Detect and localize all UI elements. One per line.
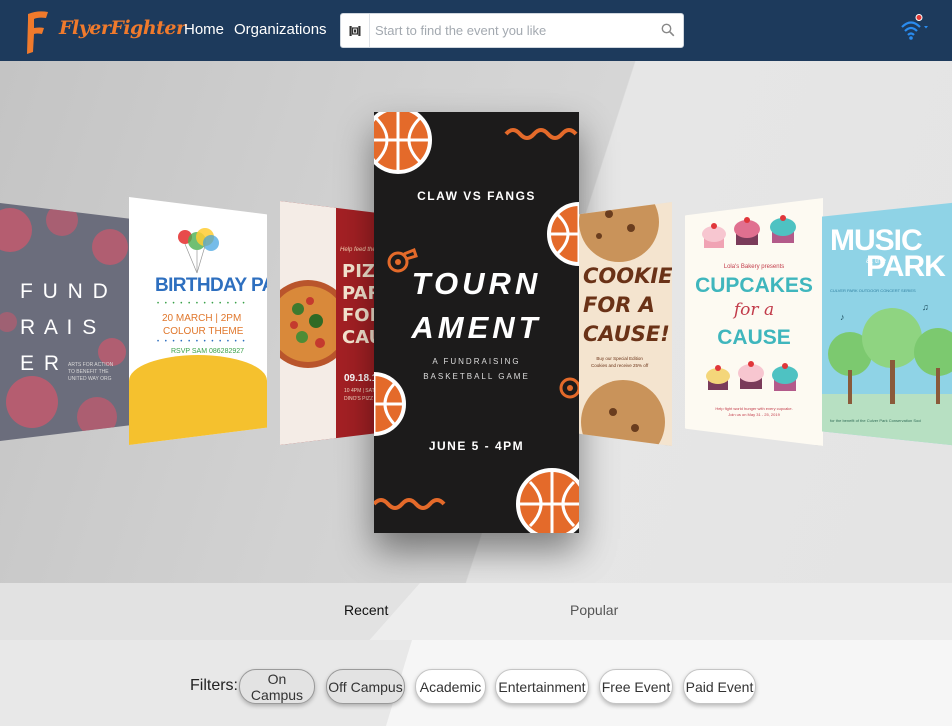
filter-off-campus[interactable]: Off Campus xyxy=(326,669,405,704)
poster-carousel: F U N D R A I S E R ARTS FOR ACTION TO B… xyxy=(0,61,952,583)
wifi-icon[interactable] xyxy=(898,14,932,44)
svg-text:♫: ♫ xyxy=(922,302,929,312)
filter-on-campus[interactable]: On Campus xyxy=(239,669,315,704)
poster-fundraiser[interactable]: F U N D R A I S E R ARTS FOR ACTION TO B… xyxy=(0,202,130,442)
poster-birthday-dots-2: • • • • • • • • • • • • xyxy=(157,339,247,345)
poster-music-subtitle: CULVER PARK OUTDOOR CONCERT SERIES xyxy=(830,288,916,293)
filter-academic[interactable]: Academic xyxy=(415,669,486,704)
poster-cupcakes-title: CUPCAKES xyxy=(695,274,813,297)
poster-birthday-rsvp: RSVP SAM 086282927 xyxy=(171,348,245,355)
basketball-icon xyxy=(547,202,579,266)
poster-birthday-party[interactable]: BIRTHDAY PARTY • • • • • • • • • • • • 2… xyxy=(129,197,267,445)
tab-recent[interactable]: Recent xyxy=(344,602,388,618)
poster-tournament-date: JUNE 5 - 4PM xyxy=(428,439,525,453)
filter-entertainment[interactable]: Entertainment xyxy=(495,669,589,704)
filters-bar: Filters: On Campus Off Campus Academic E… xyxy=(0,640,952,726)
poster-pizza-date: 09.18.1 xyxy=(344,373,378,384)
top-navigation-bar: FlyerFighter Home Organizations xyxy=(0,0,952,61)
poster-cookie-info: Buy our Special Edition Cookies and rece… xyxy=(591,356,649,368)
logo-icon[interactable] xyxy=(24,8,50,56)
search-filter-button[interactable] xyxy=(341,14,370,47)
poster-fundraiser-caption: ARTS FOR ACTION TO BENEFIT THE UNITED WA… xyxy=(68,362,114,382)
poster-tournament[interactable]: CLAW VS FANGS TOURN AMENT A FUNDRAISING … xyxy=(374,112,579,533)
poster-tournament-matchup: CLAW VS FANGS xyxy=(417,189,536,203)
filters-label: Filters: xyxy=(190,677,238,694)
nav-home-link[interactable]: Home xyxy=(184,21,224,38)
book-icon xyxy=(349,25,361,36)
logo-wordmark[interactable]: FlyerFighter xyxy=(59,17,186,39)
poster-tournament-subtitle: A FUNDRAISING BASKETBALL GAME xyxy=(423,357,530,381)
poster-birthday-theme: COLOUR THEME xyxy=(163,326,244,337)
poster-cupcakes-presenter: Lola's Bakery presents xyxy=(723,264,785,270)
filter-paid-event[interactable]: Paid Event xyxy=(683,669,756,704)
poster-music-title-2: PARK xyxy=(866,250,946,283)
poster-tournament-title: TOURN AMENT xyxy=(411,266,542,345)
poster-birthday-dots: • • • • • • • • • • • • xyxy=(157,301,247,307)
poster-birthday-yellow-wave xyxy=(129,355,267,445)
search-input[interactable] xyxy=(375,19,655,41)
poster-cupcakes-cause: CAUSE xyxy=(717,326,791,349)
poster-cookie-title: COOKIE FOR A CAUSE! xyxy=(583,264,672,346)
poster-cupcakes-cause[interactable]: Lola's Bakery presents CUPCAKES for a CA… xyxy=(685,198,823,446)
poster-pizza-party[interactable]: Help feed the PIZZ PART FOR CAUS 09.18.1… xyxy=(280,201,380,445)
balloons-icon xyxy=(178,228,219,274)
tab-popular[interactable]: Popular xyxy=(570,602,618,618)
poster-music-footer: for the benefit of the Culver Park Conse… xyxy=(830,418,922,423)
svg-text:♪: ♪ xyxy=(840,312,845,322)
poster-birthday-title: BIRTHDAY PARTY xyxy=(155,275,267,296)
park-trees-image: ♪ ♫ xyxy=(822,302,952,446)
poster-music-park[interactable]: MUSIC at the PARK CULVER PARK OUTDOOR CO… xyxy=(822,202,952,446)
search-bar xyxy=(340,13,684,48)
poster-cupcakes-connector: for a xyxy=(733,300,775,320)
poster-birthday-date: 20 MARCH | 2PM xyxy=(162,313,242,324)
poster-pizza-tagline: Help feed the xyxy=(340,247,376,253)
event-sort-tabs: Recent Popular xyxy=(0,583,952,640)
poster-cupcakes-info: Help fight world hunger with every cupca… xyxy=(715,406,793,417)
pizza-image xyxy=(280,280,336,368)
poster-cookie-cause[interactable]: COOKIE FOR A CAUSE! Buy our Special Edit… xyxy=(579,202,672,446)
filter-free-event[interactable]: Free Event xyxy=(599,669,673,704)
basketball-icon xyxy=(374,112,432,174)
search-icon[interactable] xyxy=(661,23,675,37)
basketball-icon xyxy=(516,468,579,533)
nav-organizations-link[interactable]: Organizations xyxy=(234,21,327,38)
